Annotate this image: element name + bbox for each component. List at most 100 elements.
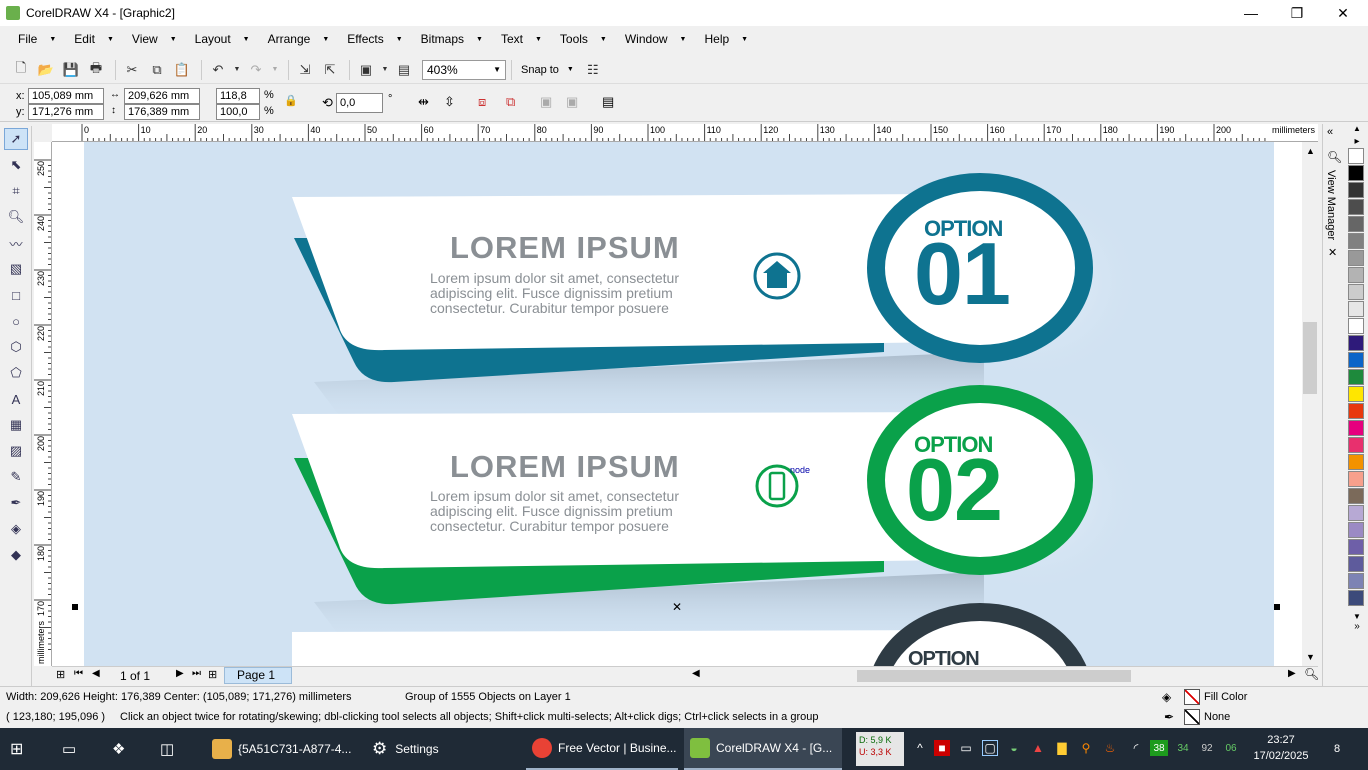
scale-x-input[interactable]: 118,8 [216,88,260,104]
docker-close-icon[interactable]: ✕ [1328,246,1337,259]
page-tab-page-1[interactable]: Page 1 [224,667,292,684]
group-icon[interactable]: ▣ [540,94,552,110]
polygon-tool-icon[interactable]: ⬡ [4,336,28,358]
palette-swatch[interactable] [1348,488,1364,504]
interactive-fill-tool-icon[interactable]: ◆ [4,544,28,566]
open-folder-icon[interactable]: 📂 [35,59,57,81]
next-page-icon[interactable]: ▶ [176,668,184,679]
interactive-blend-tool-icon[interactable]: ▨ [4,440,28,462]
tray-triangle-icon[interactable]: ▲ [1030,740,1046,756]
height-input[interactable]: 176,389 mm [124,104,200,120]
palette-swatch[interactable] [1348,216,1364,232]
restore-button[interactable]: ❐ [1274,0,1320,26]
palette-swatch[interactable] [1348,573,1364,589]
break-apart-icon[interactable]: ⧉ [506,94,515,110]
menu-text[interactable]: Text ▼ [501,32,542,46]
menu-file[interactable]: File ▼ [18,32,56,46]
first-page-icon[interactable]: ⏮ [74,668,83,679]
rectangle-tool-icon[interactable]: □ [4,284,28,306]
tray-network-app-icon[interactable]: ◒ [1006,740,1022,756]
palette-swatch[interactable] [1348,369,1364,385]
drawing-canvas[interactable]: LOREM IPSUM Lorem ipsum dolor sit amet, … [52,142,1306,666]
application-launcher-icon[interactable]: ▣ [355,59,377,81]
tray-badge-1[interactable]: 38 [1150,740,1168,756]
menu-bitmaps[interactable]: Bitmaps ▼ [421,32,483,46]
palette-swatch[interactable] [1348,522,1364,538]
palette-swatch[interactable] [1348,267,1364,283]
import-icon[interactable]: ⇲ [294,59,316,81]
lock-ratio-icon[interactable]: 🔒 [284,94,298,107]
vertical-scroll-thumb[interactable] [1303,322,1317,394]
menu-help[interactable]: Help ▼ [704,32,748,46]
fill-color-swatch[interactable] [1184,689,1200,705]
cut-icon[interactable]: ✂ [121,59,143,81]
pinned-tools-icon[interactable]: ◫ [160,728,184,770]
palette-swatch[interactable] [1348,454,1364,470]
view-manager-tab[interactable]: View Manager [1325,170,1337,240]
snap-to-dropdown-icon[interactable]: ▼ [567,66,574,73]
zoom-tool-icon[interactable]: 🔍︎ [4,206,28,228]
crop-tool-icon[interactable]: ⌗ [4,180,28,202]
selection-handle-right[interactable] [1274,604,1280,610]
task-view-icon[interactable]: ▭ [62,728,84,770]
scroll-up-icon[interactable]: ▲ [1306,146,1315,156]
tray-badge-3[interactable]: 92 [1198,740,1216,756]
clock[interactable]: 23:27 17/02/2025 [1250,732,1312,764]
palette-swatch[interactable] [1348,301,1364,317]
freehand-tool-icon[interactable]: 〰 [4,232,28,254]
export-icon[interactable]: ⇱ [319,59,341,81]
close-button[interactable]: ✕ [1320,0,1366,26]
palette-swatch[interactable] [1348,165,1364,181]
add-page-before-icon[interactable]: ⊞ [56,668,65,681]
menu-window[interactable]: Window ▼ [625,32,687,46]
menu-tools[interactable]: Tools ▼ [560,32,607,46]
notification-center-icon[interactable]: 8 [1326,738,1348,760]
combine-icon[interactable]: ⧈ [478,94,486,110]
docker-collapse-icon[interactable]: « [1327,126,1333,138]
selection-center-marker[interactable]: ✕ [672,600,682,614]
show-hidden-icons-icon[interactable]: ^ [912,740,928,756]
palette-swatch[interactable] [1348,199,1364,215]
copy-icon[interactable]: ⧉ [146,59,168,81]
scale-y-input[interactable]: 100,0 [216,104,260,120]
welcome-screen-icon[interactable]: ▤ [393,59,415,81]
palette-swatch[interactable] [1348,590,1364,606]
menu-arrange[interactable]: Arrange ▼ [268,32,330,46]
x-position-input[interactable]: 105,089 mm [28,88,104,104]
ellipse-tool-icon[interactable]: ○ [4,310,28,332]
text-tool-icon[interactable]: A [4,388,28,410]
smart-fill-tool-icon[interactable]: ▧ [4,258,28,280]
palette-scroll-down-icon[interactable]: ▼ [1346,612,1368,621]
palette-swatch[interactable] [1348,386,1364,402]
mirror-horizontal-icon[interactable]: ⇹ [418,94,429,110]
tray-badge-2[interactable]: 34 [1174,740,1192,756]
taskbar-item-explorer[interactable]: {5A51C731-A877-4... [206,728,356,770]
palette-swatch[interactable] [1348,182,1364,198]
windows-start-icon[interactable]: ⊞ [10,728,40,770]
print-icon[interactable]: 🖶 [85,59,107,81]
undo-dropdown-icon[interactable]: ▼ [232,59,242,81]
last-page-icon[interactable]: ⏭ [192,668,201,679]
pick-tool-icon[interactable]: ➚ [4,128,28,150]
previous-page-icon[interactable]: ◀ [92,668,100,679]
mirror-vertical-icon[interactable]: ⇳ [444,94,455,110]
menu-effects[interactable]: Effects ▼ [347,32,402,46]
palette-scroll-up-icon[interactable]: ▲ [1346,124,1368,136]
taskbar-item-chrome[interactable]: Free Vector | Busine... [526,728,678,770]
width-input[interactable]: 209,626 mm [124,88,200,104]
palette-swatch[interactable] [1348,505,1364,521]
to-front-icon[interactable]: ▤ [602,94,614,110]
palette-swatch[interactable] [1348,148,1364,164]
scroll-right-icon[interactable]: ▶ [1288,668,1296,679]
palette-expand-icon[interactable]: » [1346,621,1368,632]
outline-tool-icon[interactable]: ✒ [4,492,28,514]
add-page-after-icon[interactable]: ⊞ [208,668,217,681]
menu-layout[interactable]: Layout ▼ [195,32,250,46]
zoom-one-shot-icon[interactable]: 🔍︎ [1304,667,1319,681]
fill-tool-icon[interactable]: ◈ [4,518,28,540]
new-document-icon[interactable]: 🗋 [10,59,32,81]
palette-swatch[interactable] [1348,471,1364,487]
minimize-button[interactable]: — [1228,0,1274,26]
tray-search-icon[interactable]: ⚲ [1078,740,1094,756]
wifi-icon[interactable]: ◜ [1128,740,1144,756]
